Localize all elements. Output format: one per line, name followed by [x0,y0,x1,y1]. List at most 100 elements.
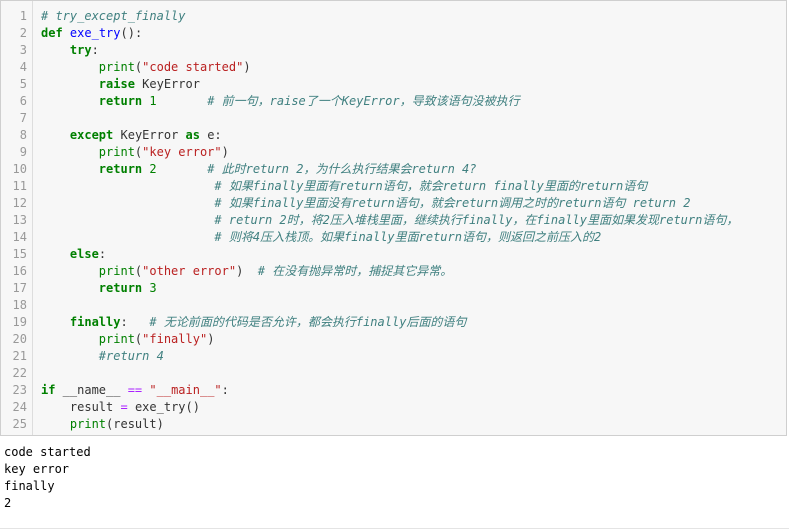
code-token: __name__ [55,383,128,397]
code-token: # 前一句，raise了一个KeyError，导致该语句没被执行 [207,94,520,108]
line-number: 1 [19,9,27,23]
code-token: # return 2时，将2压入堆栈里面，继续执行finally，在finall… [214,213,739,227]
code-line[interactable]: 16 print("other error") # 在没有抛异常时，捕捉其它异常… [1,263,786,280]
code-token: try [69,43,92,57]
line-number: 24 [12,400,27,414]
code-line[interactable]: 11 # 如果finally里面有return语句，就会return final… [1,178,786,195]
code-line[interactable]: 4 print("code started") [1,59,786,76]
code-line[interactable]: 25 print(result) [1,416,786,433]
code-line[interactable]: 20 print("finally") [1,331,786,348]
code-line[interactable]: 12 # 如果finally里面没有return语句，就会return调用之时的… [1,195,786,212]
code-line[interactable]: 19 finally: # 无论前面的代码是否允许，都会执行finally后面的… [1,314,786,331]
code-token: # 此时return 2，为什么执行结果会return 4? [207,162,477,176]
line-number: 12 [12,196,27,210]
code-line[interactable]: 21 #return 4 [1,348,786,365]
code-token: print [98,145,135,159]
code-token: e: [199,128,222,142]
code-line[interactable]: 9 print("key error") [1,144,786,161]
line-number: 10 [12,162,27,176]
code-text: def exe_try(): [41,25,142,42]
code-line[interactable]: 2 def exe_try(): [1,25,786,42]
code-token: # 无论前面的代码是否允许，都会执行finally后面的语句 [149,315,467,329]
code-line[interactable]: 5 raise KeyError [1,76,786,93]
code-token: "__main__" [149,383,222,397]
code-text: print("other error") # 在没有抛异常时，捕捉其它异常。 [41,263,452,280]
code-token: # 在没有抛异常时，捕捉其它异常。 [257,264,453,278]
code-line[interactable]: 24 result = exe_try() [1,399,786,416]
code-text: result = exe_try() [41,399,200,416]
line-number: 13 [12,213,27,227]
code-cell[interactable]: 1 # try_except_finally 2 def exe_try(): 3 tr… [0,0,787,436]
code-token: print [98,60,135,74]
code-token: "code started" [142,60,244,74]
code-token: : [120,315,150,329]
code-line[interactable]: 18 [1,297,786,314]
line-number: 5 [19,77,27,91]
code-line[interactable]: 6 return 1 # 前一句，raise了一个KeyError，导致该语句没… [1,93,786,110]
code-token: as [185,128,200,142]
line-number: 17 [12,281,27,295]
code-line[interactable]: 23 if __name__ == "__main__": [1,382,786,399]
code-line[interactable]: 13 # return 2时，将2压入堆栈里面，继续执行finally，在fin… [1,212,786,229]
line-number: 4 [19,60,27,74]
code-token: return [98,281,143,295]
code-token: "finally" [142,332,208,346]
code-token: "key error" [142,145,222,159]
code-token: ) [243,60,251,74]
code-token: (): [120,26,143,40]
code-token: #return 4 [98,349,164,363]
code-text: try: [41,42,99,59]
code-text: #return 4 [41,348,164,365]
line-number: 11 [12,179,27,193]
line-number: 20 [12,332,27,346]
code-text: print("finally") [41,331,215,348]
line-number: 8 [19,128,27,142]
code-token: finally [69,315,121,329]
code-token: print [98,332,135,346]
code-token: # 如果finally里面没有return语句，就会return调用之时的ret… [214,196,691,210]
code-line[interactable]: 7 [1,110,786,127]
code-token: print [69,417,107,431]
line-number: 18 [12,298,27,312]
code-line[interactable]: 17 return 3 [1,280,786,297]
code-token: return [98,162,143,176]
code-line[interactable]: 22 [1,365,786,382]
line-number: 6 [19,94,27,108]
code-token: else [69,247,99,261]
code-text: else: [41,246,106,263]
output-area: code started key error finally 2 [0,438,789,529]
code-text: except KeyError as e: [41,127,222,144]
code-line[interactable]: 14 # 则将4压入栈顶。如果finally里面return语句，则返回之前压入… [1,229,786,246]
line-number: 16 [12,264,27,278]
code-text: # return 2时，将2压入堆栈里面，继续执行finally，在finall… [41,212,738,229]
code-token: : [98,247,107,261]
code-token: ) [221,145,229,159]
line-number: 15 [12,247,27,261]
code-text: finally: # 无论前面的代码是否允许，都会执行finally后面的语句 [41,314,467,331]
line-number: 9 [19,145,27,159]
code-line[interactable]: 10 return 2 # 此时return 2，为什么执行结果会return … [1,161,786,178]
output-line: key error [4,462,70,476]
code-line[interactable]: 15 else: [1,246,786,263]
line-number: 23 [12,383,27,397]
code-line[interactable]: 8 except KeyError as e: [1,127,786,144]
code-token: "other error" [142,264,237,278]
code-token: KeyError [113,128,186,142]
code-text: print(result) [41,416,164,433]
code-line[interactable]: 3 try: [1,42,786,59]
code-line[interactable]: 1 # try_except_finally [1,8,786,25]
code-token: raise [98,77,135,91]
